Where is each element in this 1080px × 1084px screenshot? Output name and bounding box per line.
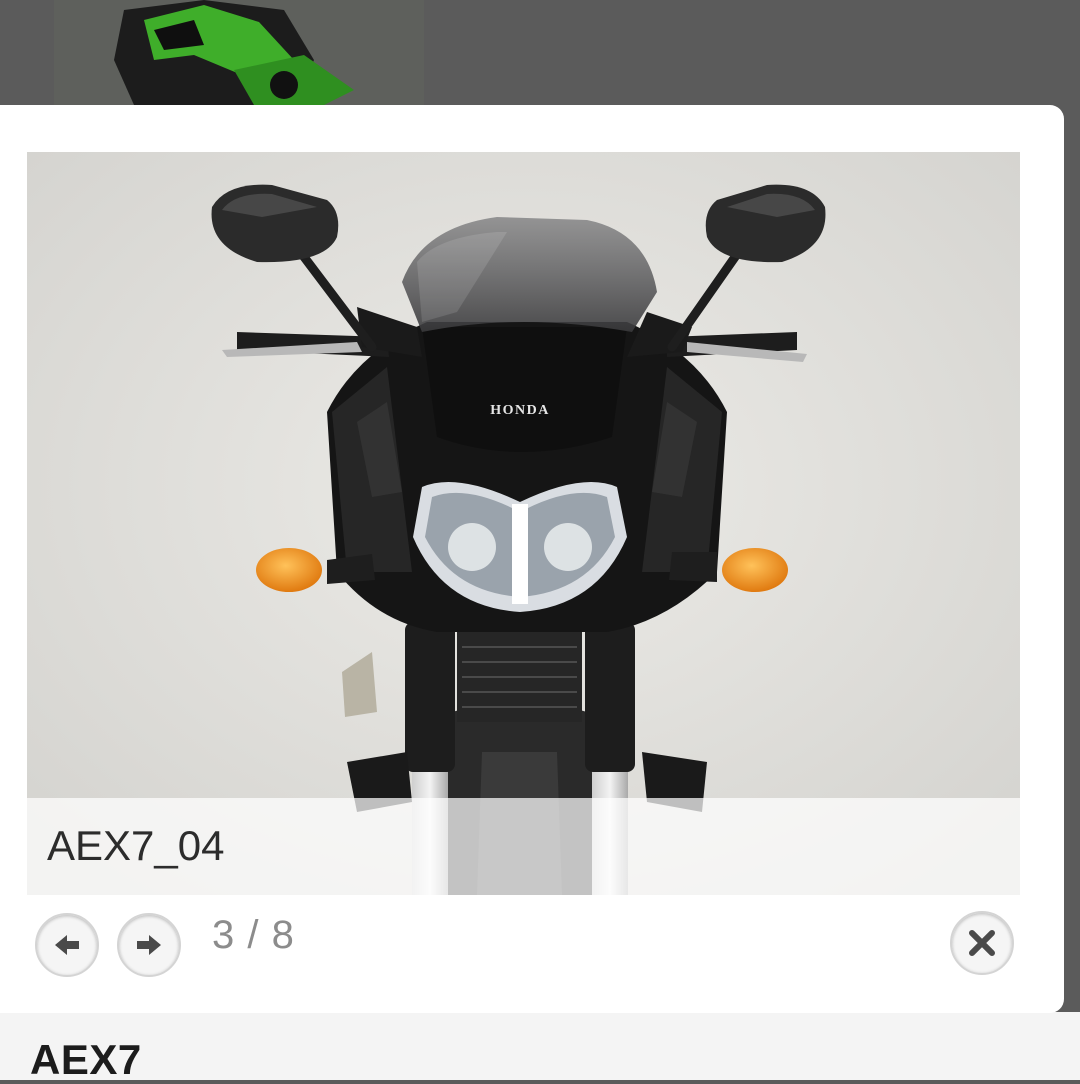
image-caption: AEX7_04 [47,822,225,869]
background-page-header: AEX7 [0,1012,1080,1083]
model-title: AEX7 [30,1036,142,1083]
green-motorcycle-thumbnail [54,0,424,105]
arrow-left-icon [55,935,79,955]
next-image-button[interactable] [117,913,181,977]
honda-logo-text: HONDA [490,403,550,418]
arrow-right-icon [137,935,161,955]
previous-image-button[interactable] [35,913,99,977]
close-icon [969,930,995,956]
motorcycle-front-image: HONDA [27,152,1020,895]
close-lightbox-button[interactable] [950,911,1014,975]
image-counter: 3 / 8 [212,913,295,957]
image-lightbox: HONDA AEX7_04 3 / 8 [0,105,1064,1013]
background-thumbnail [54,0,424,105]
product-photo: HONDA AEX7_04 [27,152,1020,895]
